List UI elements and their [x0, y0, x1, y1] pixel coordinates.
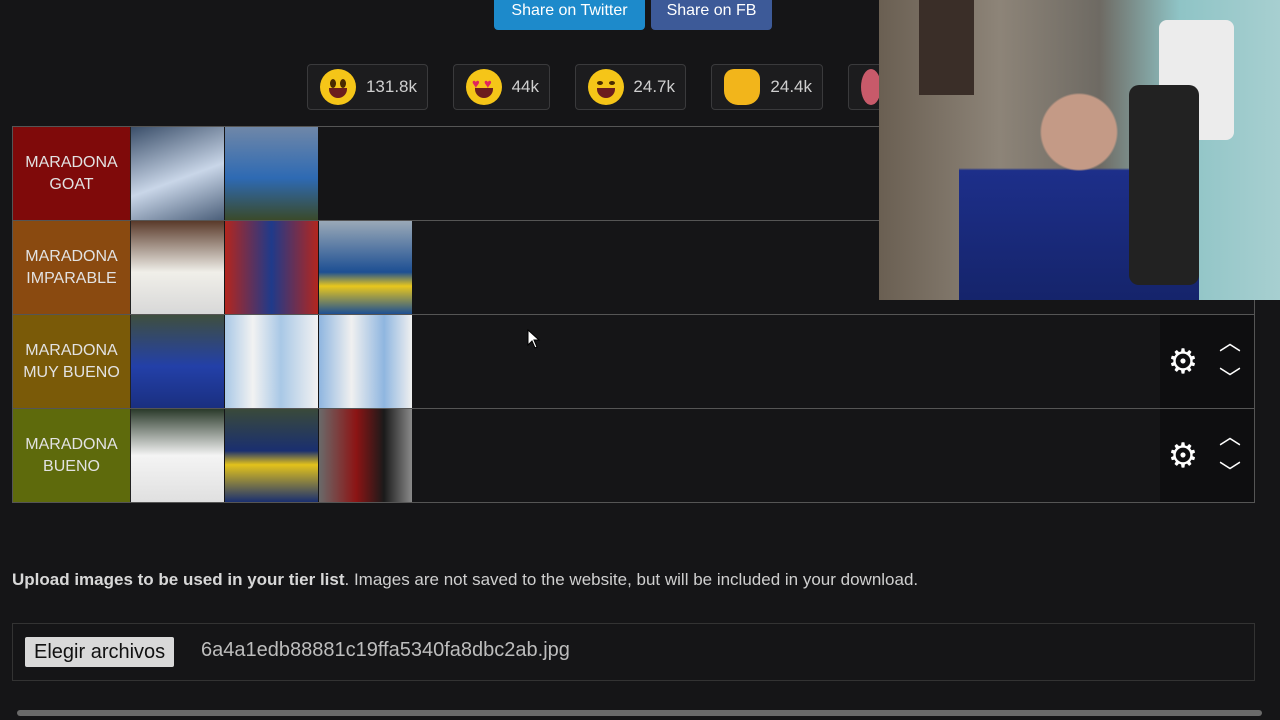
gear-icon[interactable]: ⚙ [1166, 439, 1200, 473]
player-photo[interactable] [131, 409, 224, 502]
emoji-icon [861, 69, 881, 105]
reaction-grinning-button[interactable]: 131.8k [307, 64, 428, 110]
player-photo[interactable] [319, 221, 412, 314]
gaming-chair [1129, 85, 1199, 285]
player-photo[interactable] [319, 409, 412, 502]
tier-label[interactable]: MARADONA IMPARABLE [13, 221, 131, 314]
file-upload-box: Elegir archivos 6a4a1edb88881c19ffa5340f… [12, 623, 1255, 681]
webcam-overlay [879, 0, 1280, 300]
chevron-down-icon[interactable]: ﹀ [1217, 462, 1243, 484]
tier-label[interactable]: MARADONA MUY BUENO [13, 315, 131, 408]
tier-images [131, 221, 413, 314]
tier-images [131, 315, 413, 408]
player-photo[interactable] [319, 315, 412, 408]
reaction-count: 44k [511, 77, 539, 96]
chevron-up-icon[interactable]: ︿ [1217, 426, 1243, 448]
raised-hands-icon [724, 69, 760, 105]
tier-images [131, 127, 319, 220]
tier-row: MARADONA MUY BUENO ⚙ ︿ ﹀ [12, 315, 1255, 409]
choose-files-button[interactable]: Elegir archivos [25, 637, 175, 667]
tier-images [131, 409, 413, 502]
laughing-tears-icon [588, 69, 624, 105]
share-facebook-button[interactable]: Share on FB [651, 0, 772, 30]
reaction-count: 131.8k [365, 77, 417, 96]
player-photo[interactable] [131, 315, 224, 408]
tier-controls: ⚙ ︿ ﹀ [1160, 315, 1254, 408]
player-photo[interactable] [225, 221, 318, 314]
reaction-laughing-button[interactable]: 24.7k [575, 64, 686, 110]
chevron-up-icon[interactable]: ︿ [1217, 332, 1243, 354]
chevron-down-icon[interactable]: ﹀ [1217, 368, 1243, 390]
mouse-cursor-icon [527, 329, 541, 349]
selected-file-name: 6a4a1edb88881c19ffa5340fa8dbc2ab.jpg [201, 639, 570, 661]
player-photo[interactable] [225, 315, 318, 408]
tier-label[interactable]: MARADONA GOAT [13, 127, 131, 220]
tier-controls: ⚙ ︿ ﹀ [1160, 409, 1254, 502]
upload-description: . Images are not saved to the website, b… [344, 570, 919, 589]
upload-instructions: Upload images to be used in your tier li… [12, 570, 918, 590]
player-photo[interactable] [225, 409, 318, 502]
player-photo[interactable] [225, 127, 318, 220]
gear-icon[interactable]: ⚙ [1166, 345, 1200, 379]
reaction-count: 24.4k [770, 77, 812, 96]
tier-label[interactable]: MARADONA BUENO [13, 409, 131, 502]
reaction-heart-eyes-button[interactable]: ♥ ♥ 44k [453, 64, 550, 110]
horizontal-scrollbar[interactable] [0, 706, 1280, 720]
tier-row: MARADONA BUENO ⚙ ︿ ﹀ [12, 409, 1255, 503]
reaction-raised-hands-button[interactable]: 24.4k [711, 64, 823, 110]
share-twitter-button[interactable]: Share on Twitter [494, 0, 645, 30]
grinning-face-icon [320, 69, 356, 105]
reaction-count: 24.7k [633, 77, 675, 96]
upload-title: Upload images to be used in your tier li… [12, 570, 345, 589]
player-photo[interactable] [131, 221, 224, 314]
player-photo[interactable] [131, 127, 224, 220]
heart-eyes-icon: ♥ ♥ [466, 69, 502, 105]
